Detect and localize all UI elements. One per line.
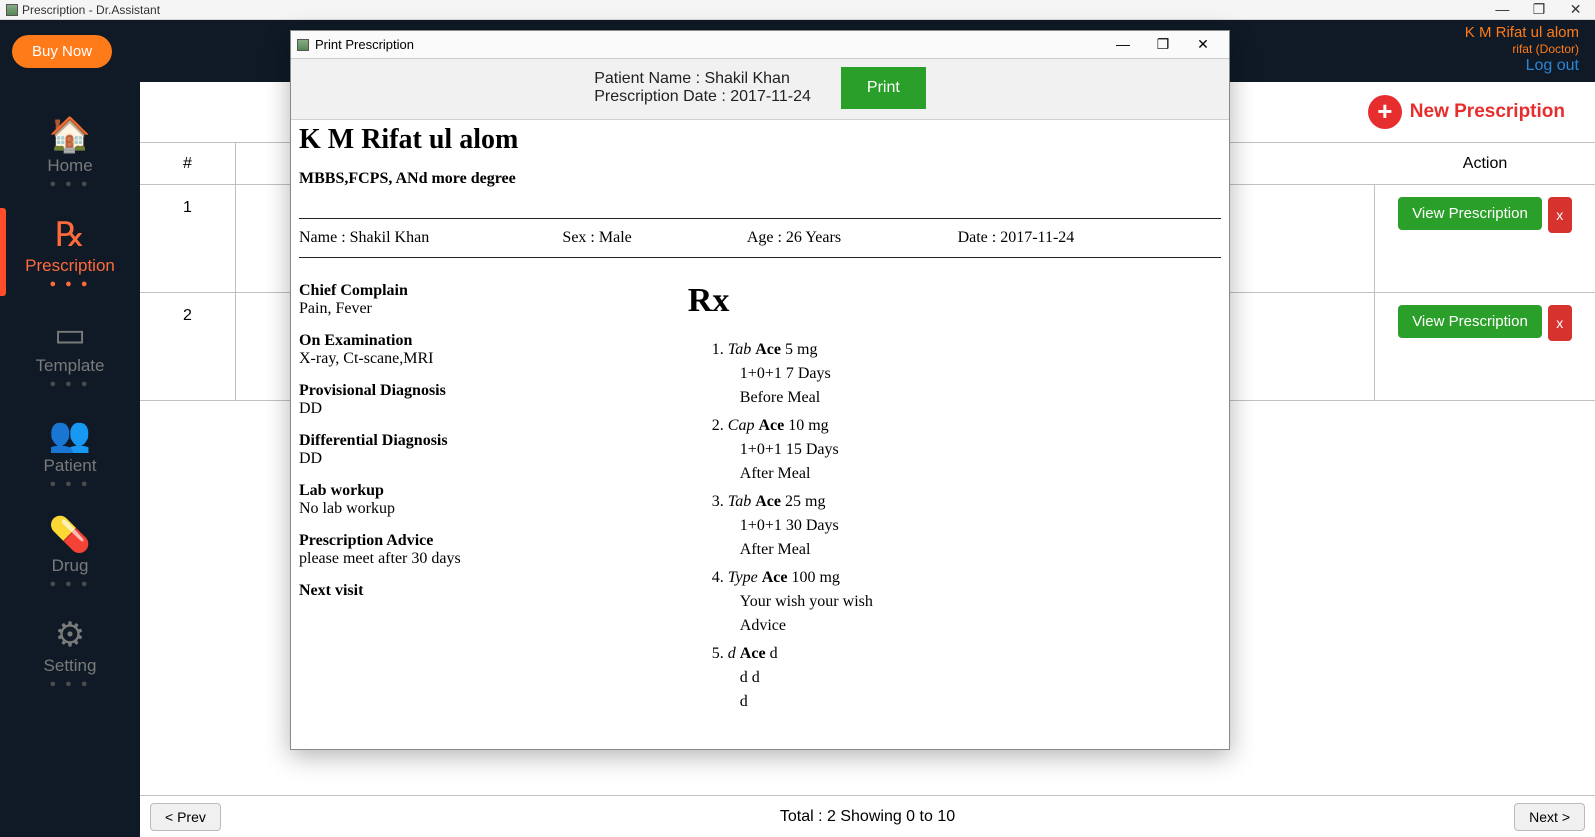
user-role: rifat (Doctor) <box>1465 42 1579 56</box>
plus-icon: + <box>1368 95 1402 129</box>
user-block: K M Rifat ul alom rifat (Doctor) Log out <box>1465 24 1579 76</box>
medication-list: Tab Ace 5 mg 1+0+1 7 Days Before Meal Ca… <box>728 338 1221 714</box>
dialog-minimize-button[interactable]: — <box>1103 36 1143 53</box>
chief-complain-value: Pain, Fever <box>299 300 668 318</box>
print-button[interactable]: Print <box>841 67 926 109</box>
medication-item: Cap Ace 10 mg 1+0+1 15 Days After Meal <box>728 414 1221 486</box>
prescription-date-label: Prescription Date : 2017-11-24 <box>594 88 811 106</box>
sidebar-item-label: Template <box>0 356 140 376</box>
info-date: Date : 2017-11-24 <box>958 229 1221 247</box>
info-name: Name : Shakil Khan <box>299 229 562 247</box>
home-icon: 🏠 <box>0 118 140 152</box>
rx-section: Rx Tab Ace 5 mg 1+0+1 7 Days Before Meal… <box>688 282 1221 718</box>
sidebar-item-setting[interactable]: ⚙ Setting ● ● ● <box>0 602 140 702</box>
dialog-close-button[interactable]: ✕ <box>1183 36 1223 53</box>
lab-workup-value: No lab workup <box>299 500 668 518</box>
window-maximize-button[interactable]: ❐ <box>1526 1 1553 18</box>
sidebar-item-label: Home <box>0 156 140 176</box>
app-icon <box>6 4 18 16</box>
sidebar-item-label: Patient <box>0 456 140 476</box>
prev-page-button[interactable]: < Prev <box>150 803 221 831</box>
clinical-notes: Chief Complain Pain, Fever On Examinatio… <box>299 282 668 718</box>
window-title: Prescription - Dr.Assistant <box>22 3 160 17</box>
window-minimize-button[interactable]: — <box>1489 1 1516 18</box>
user-name: K M Rifat ul alom <box>1465 24 1579 42</box>
row-index: 1 <box>140 185 236 292</box>
prescription-icon: ℞ <box>0 218 140 252</box>
sidebar-item-patient[interactable]: 👥 Patient ● ● ● <box>0 402 140 502</box>
prescription-advice-title: Prescription Advice <box>299 532 668 550</box>
chief-complain-title: Chief Complain <box>299 282 668 300</box>
outer-titlebar: Prescription - Dr.Assistant — ❐ ✕ <box>0 0 1595 20</box>
info-sex: Sex : Male <box>562 229 746 247</box>
medication-item: d Ace d d d d <box>728 642 1221 714</box>
gear-icon: ⚙ <box>0 618 140 652</box>
delete-prescription-button[interactable]: x <box>1548 305 1572 341</box>
medication-item: Tab Ace 5 mg 1+0+1 7 Days Before Meal <box>728 338 1221 410</box>
col-action-header: Action <box>1375 155 1595 173</box>
sidebar: 🏠 Home ● ● ● ℞ Prescription ● ● ● ▭ Temp… <box>0 82 140 837</box>
patient-info-row: Name : Shakil Khan Sex : Male Age : 26 Y… <box>299 218 1221 258</box>
doctor-degree: MBBS,FCPS, ANd more degree <box>299 170 1221 188</box>
medication-item: Type Ace 100 mg Your wish your wish Advi… <box>728 566 1221 638</box>
sidebar-item-prescription[interactable]: ℞ Prescription ● ● ● <box>0 202 140 302</box>
buy-now-button[interactable]: Buy Now <box>12 35 112 68</box>
new-prescription-label: New Prescription <box>1410 101 1565 123</box>
info-age: Age : 26 Years <box>747 229 958 247</box>
differential-diagnosis-title: Differential Diagnosis <box>299 432 668 450</box>
col-index-header: # <box>140 143 236 184</box>
row-index: 2 <box>140 293 236 400</box>
view-prescription-button[interactable]: View Prescription <box>1398 305 1542 338</box>
window-close-button[interactable]: ✕ <box>1562 1 1589 18</box>
new-prescription-button[interactable]: + New Prescription <box>1368 95 1565 129</box>
view-prescription-button[interactable]: View Prescription <box>1398 197 1542 230</box>
dialog-titlebar: Print Prescription — ❐ ✕ <box>291 31 1229 59</box>
sidebar-item-label: Drug <box>0 556 140 576</box>
print-prescription-dialog: Print Prescription — ❐ ✕ Patient Name : … <box>290 30 1230 750</box>
sidebar-item-label: Setting <box>0 656 140 676</box>
provisional-diagnosis-title: Provisional Diagnosis <box>299 382 668 400</box>
rx-symbol: Rx <box>688 282 1221 320</box>
dialog-title: Print Prescription <box>315 37 414 52</box>
logout-link[interactable]: Log out <box>1465 56 1579 75</box>
next-page-button[interactable]: Next > <box>1514 803 1585 831</box>
lab-workup-title: Lab workup <box>299 482 668 500</box>
on-examination-value: X-ray, Ct-scane,MRI <box>299 350 668 368</box>
sidebar-item-template[interactable]: ▭ Template ● ● ● <box>0 302 140 402</box>
sidebar-item-home[interactable]: 🏠 Home ● ● ● <box>0 102 140 202</box>
delete-prescription-button[interactable]: x <box>1548 197 1572 233</box>
prescription-advice-value: please meet after 30 days <box>299 550 668 568</box>
dialog-app-icon <box>297 39 309 51</box>
patient-name-label: Patient Name : Shakil Khan <box>594 70 811 88</box>
on-examination-title: On Examination <box>299 332 668 350</box>
next-visit-title: Next visit <box>299 582 668 600</box>
dialog-header: Patient Name : Shakil Khan Prescription … <box>291 59 1229 120</box>
pagination-summary: Total : 2 Showing 0 to 10 <box>780 808 955 826</box>
template-icon: ▭ <box>0 318 140 352</box>
patient-icon: 👥 <box>0 418 140 452</box>
pagination-bar: < Prev Total : 2 Showing 0 to 10 Next > <box>140 795 1595 837</box>
prescription-preview: K M Rifat ul alom MBBS,FCPS, ANd more de… <box>291 120 1229 749</box>
sidebar-item-drug[interactable]: 💊 Drug ● ● ● <box>0 502 140 602</box>
provisional-diagnosis-value: DD <box>299 400 668 418</box>
sidebar-item-label: Prescription <box>0 256 140 276</box>
medication-item: Tab Ace 25 mg 1+0+1 30 Days After Meal <box>728 490 1221 562</box>
doctor-name: K M Rifat ul alom <box>299 124 1221 156</box>
differential-diagnosis-value: DD <box>299 450 668 468</box>
dialog-maximize-button[interactable]: ❐ <box>1143 36 1183 53</box>
drug-icon: 💊 <box>0 518 140 552</box>
